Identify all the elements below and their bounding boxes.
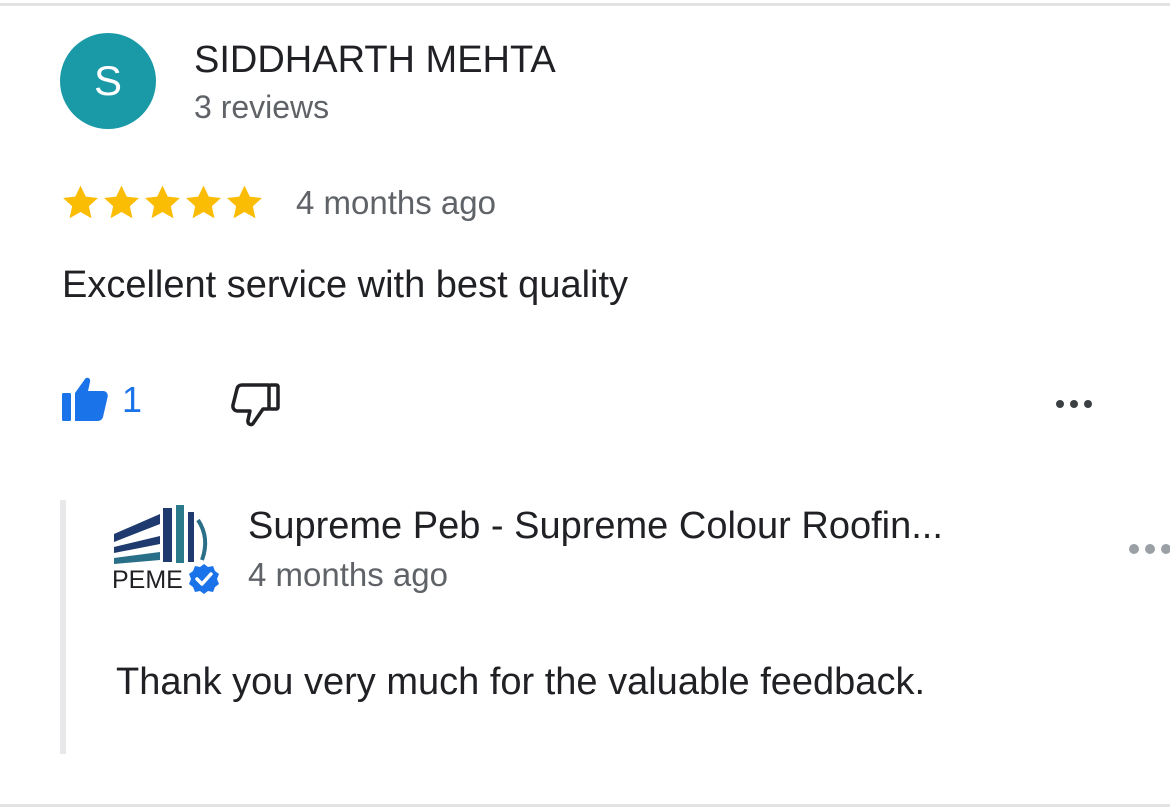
star-icon — [227, 185, 262, 219]
star-icon — [63, 185, 98, 219]
review-more-button[interactable] — [1052, 392, 1096, 416]
star-icon — [104, 185, 139, 219]
more-horizontal-icon — [1056, 400, 1092, 408]
supreme-logo-icon: PEME — [112, 505, 219, 594]
author-review-count: 3 reviews — [194, 89, 330, 125]
top-divider — [0, 3, 1170, 6]
author-name[interactable]: SIDDHARTH MEHTA — [194, 38, 556, 82]
bottom-divider — [0, 804, 1170, 807]
review-timestamp: 4 months ago — [296, 184, 496, 221]
thumbs-down-outline-icon — [231, 383, 280, 427]
reply-text: Thank you very much for the valuable fee… — [116, 661, 926, 703]
owner-logo-text: PEME — [112, 566, 183, 594]
like-button[interactable]: 1 — [58, 374, 142, 426]
star-icon — [186, 185, 221, 219]
owner-logo[interactable]: PEME — [112, 502, 224, 598]
review-text: Excellent service with best quality — [62, 264, 629, 306]
like-count: 1 — [122, 379, 143, 420]
reply-more-button[interactable] — [1126, 538, 1170, 560]
more-horizontal-icon — [1129, 544, 1170, 554]
reply-timestamp: 4 months ago — [248, 556, 448, 593]
verified-badge-icon — [189, 564, 219, 594]
author-avatar[interactable]: S — [60, 33, 156, 129]
star-rating — [60, 181, 265, 225]
owner-name[interactable]: Supreme Peb - Supreme Colour Roofin... — [248, 504, 943, 548]
dislike-button[interactable] — [228, 378, 284, 432]
star-icon — [145, 185, 180, 219]
reply-indent-bar — [60, 500, 66, 754]
thumbs-up-filled-icon — [62, 377, 108, 421]
